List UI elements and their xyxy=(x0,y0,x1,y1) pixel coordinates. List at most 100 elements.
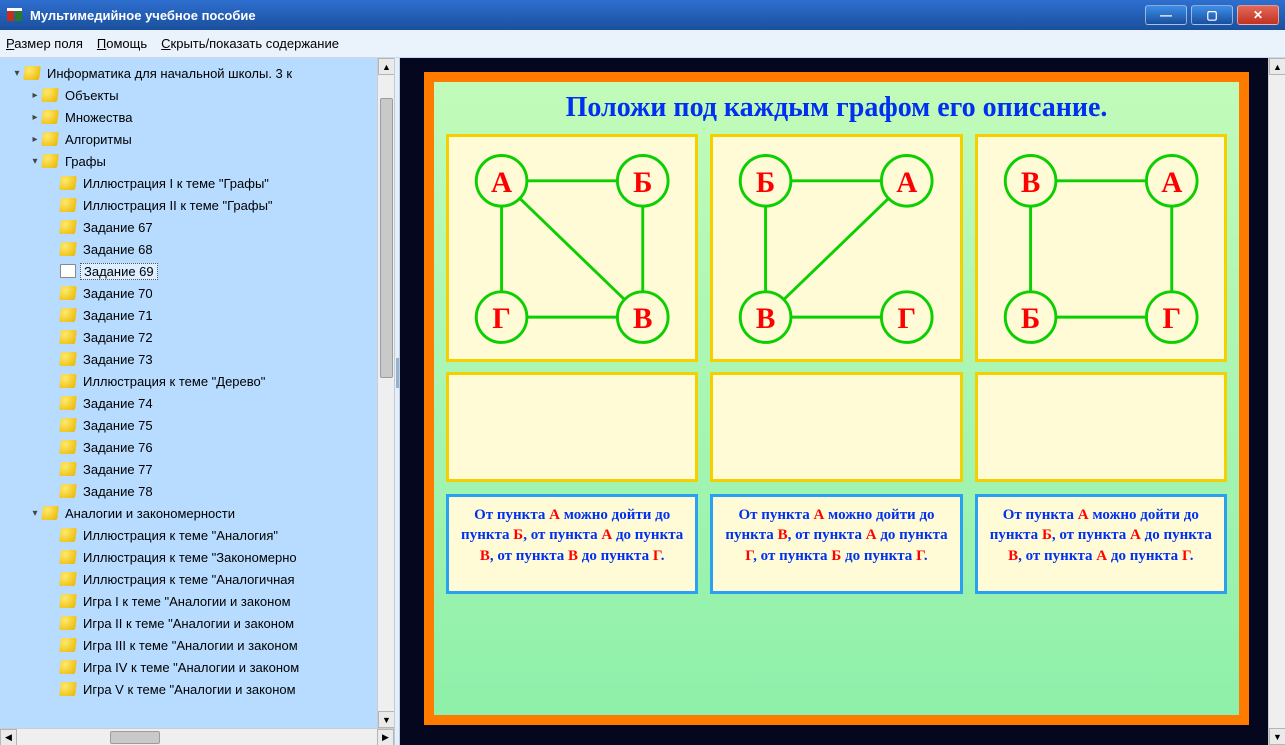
scroll-down-icon[interactable]: ▼ xyxy=(1269,728,1285,745)
drop-targets-row xyxy=(446,372,1227,482)
tree-twisty-icon[interactable]: ▸ xyxy=(28,134,42,145)
scroll-down-icon[interactable]: ▼ xyxy=(378,711,394,728)
tree-item[interactable]: ▾ Графы xyxy=(4,150,394,172)
tree-item-label: Задание 76 xyxy=(80,440,156,455)
svg-text:А: А xyxy=(491,167,512,199)
graph-cell-2: БАВГ xyxy=(710,134,962,362)
tree-item[interactable]: Иллюстрация к теме "Аналогия" xyxy=(4,524,394,546)
tree-item[interactable]: Задание 73 xyxy=(4,348,394,370)
drop-target-3[interactable] xyxy=(975,372,1227,482)
menu-size[interactable]: Размер поля xyxy=(6,36,83,51)
description-card-1[interactable]: От пункта А можно дойти до пункта Б, от … xyxy=(446,494,698,594)
tree-horizontal-scrollbar[interactable]: ◀ ▶ xyxy=(0,728,394,745)
book-icon xyxy=(59,462,77,476)
tree-twisty-icon[interactable]: ▸ xyxy=(28,90,42,101)
tree-item-label: Игра V к теме "Аналогии и законом xyxy=(80,682,299,697)
book-icon xyxy=(59,528,77,542)
book-icon xyxy=(59,440,77,454)
book-icon xyxy=(59,484,77,498)
task-board: Положи под каждым графом его описание. А… xyxy=(424,72,1249,725)
menu-toggle-contents[interactable]: Скрыть/показать содержание xyxy=(161,36,339,51)
book-icon xyxy=(59,242,77,256)
tree-item[interactable]: Задание 70 xyxy=(4,282,394,304)
contents-tree-panel: ▾Информатика для начальной школы. 3 к ▸ Об… xyxy=(0,58,394,745)
description-card-2[interactable]: От пункта А можно дойти до пункта В, от … xyxy=(710,494,962,594)
tree-item[interactable]: Игра V к теме "Аналогии и законом xyxy=(4,678,394,700)
tree-item-label: Иллюстрация к теме "Дерево" xyxy=(80,374,268,389)
book-icon xyxy=(59,550,77,564)
tree-item[interactable]: ▸Множества xyxy=(4,106,394,128)
scroll-up-icon[interactable]: ▲ xyxy=(1269,58,1285,75)
description-text: От пункта А можно дойти до пункта В, от … xyxy=(713,497,959,574)
content-vertical-scrollbar[interactable]: ▲ ▼ xyxy=(1268,58,1285,745)
tree-item[interactable]: Игра II к теме "Аналогии и законом xyxy=(4,612,394,634)
book-icon xyxy=(59,286,77,300)
window-title: Мультимедийное учебное пособие xyxy=(30,8,256,23)
content-viewport: Положи под каждым графом его описание. А… xyxy=(400,58,1285,745)
tree-item[interactable]: Задание 72 xyxy=(4,326,394,348)
book-icon xyxy=(59,308,77,322)
tree-item[interactable]: Задание 76 xyxy=(4,436,394,458)
graph-cell-3: ВАБГ xyxy=(975,134,1227,362)
tree-item[interactable]: ▾Информатика для начальной школы. 3 к xyxy=(4,62,394,84)
tree-item[interactable]: Иллюстрация II к теме "Графы" xyxy=(4,194,394,216)
book-icon xyxy=(59,616,77,630)
tree-item-label: Задание 77 xyxy=(80,462,156,477)
tree-item[interactable]: Иллюстрация к теме "Закономерно xyxy=(4,546,394,568)
tree-twisty-icon[interactable]: ▾ xyxy=(28,508,42,519)
description-card-3[interactable]: От пункта А можно дойти до пункта Б, от … xyxy=(975,494,1227,594)
tree-item[interactable]: Иллюстрация I к теме "Графы" xyxy=(4,172,394,194)
svg-text:В: В xyxy=(756,303,775,335)
tree-item[interactable]: Задание 77 xyxy=(4,458,394,480)
drop-target-2[interactable] xyxy=(710,372,962,482)
tree-item-label: Аналогии и закономерности xyxy=(62,506,238,521)
tree-item-label: Задание 71 xyxy=(80,308,156,323)
tree-item-label: Иллюстрация к теме "Закономерно xyxy=(80,550,300,565)
book-icon xyxy=(59,418,77,432)
tree-item[interactable]: Игра III к теме "Аналогии и законом xyxy=(4,634,394,656)
tree-item[interactable]: Задание 69 xyxy=(4,260,394,282)
tree-item[interactable]: Задание 78 xyxy=(4,480,394,502)
svg-text:А: А xyxy=(897,167,918,199)
tree-item[interactable]: ▸Алгоритмы xyxy=(4,128,394,150)
window-maximize-button[interactable]: ▢ xyxy=(1191,5,1233,25)
book-icon xyxy=(59,396,77,410)
tree-item[interactable]: Игра I к теме "Аналогии и законом xyxy=(4,590,394,612)
tree-item-label: Задание 72 xyxy=(80,330,156,345)
tree-vertical-scrollbar[interactable]: ▲ ▼ xyxy=(377,58,394,728)
contents-tree[interactable]: ▾Информатика для начальной школы. 3 к ▸ Об… xyxy=(0,58,394,728)
scroll-up-icon[interactable]: ▲ xyxy=(378,58,394,75)
tree-item[interactable]: Иллюстрация к теме "Дерево" xyxy=(4,370,394,392)
window-close-button[interactable]: ✕ xyxy=(1237,5,1279,25)
tree-item-label: Игра III к теме "Аналогии и законом xyxy=(80,638,301,653)
scroll-thumb[interactable] xyxy=(110,731,160,744)
book-icon xyxy=(41,132,59,146)
tree-item[interactable]: Задание 68 xyxy=(4,238,394,260)
tree-item-label: Задание 69 xyxy=(80,263,158,280)
tree-item[interactable]: Задание 67 xyxy=(4,216,394,238)
tree-item[interactable]: ▸ Объекты xyxy=(4,84,394,106)
tree-item-label: Игра I к теме "Аналогии и законом xyxy=(80,594,294,609)
tree-item[interactable]: Игра IV к теме "Аналогии и законом xyxy=(4,656,394,678)
scroll-right-icon[interactable]: ▶ xyxy=(377,729,394,745)
drop-target-1[interactable] xyxy=(446,372,698,482)
tree-twisty-icon[interactable]: ▾ xyxy=(10,68,24,79)
tree-item-label: Объекты xyxy=(62,88,122,103)
tree-twisty-icon[interactable]: ▸ xyxy=(28,112,42,123)
tree-item[interactable]: Иллюстрация к теме "Аналогичная xyxy=(4,568,394,590)
tree-item[interactable]: ▾ Аналогии и закономерности xyxy=(4,502,394,524)
scroll-thumb[interactable] xyxy=(380,98,393,378)
tree-item-label: Задание 73 xyxy=(80,352,156,367)
tree-item[interactable]: Задание 74 xyxy=(4,392,394,414)
tree-item-label: Задание 74 xyxy=(80,396,156,411)
scroll-left-icon[interactable]: ◀ xyxy=(0,729,17,745)
menu-help[interactable]: Помощь xyxy=(97,36,147,51)
window-minimize-button[interactable]: — xyxy=(1145,5,1187,25)
tree-item[interactable]: Задание 71 xyxy=(4,304,394,326)
tree-item[interactable]: Задание 75 xyxy=(4,414,394,436)
tree-twisty-icon[interactable]: ▾ xyxy=(28,156,42,167)
description-text: От пункта А можно дойти до пункта Б, от … xyxy=(449,497,695,574)
description-text: От пункта А можно дойти до пункта Б, от … xyxy=(978,497,1224,574)
descriptions-row: От пункта А можно дойти до пункта Б, от … xyxy=(446,494,1227,594)
tree-item-label: Графы xyxy=(62,154,109,169)
